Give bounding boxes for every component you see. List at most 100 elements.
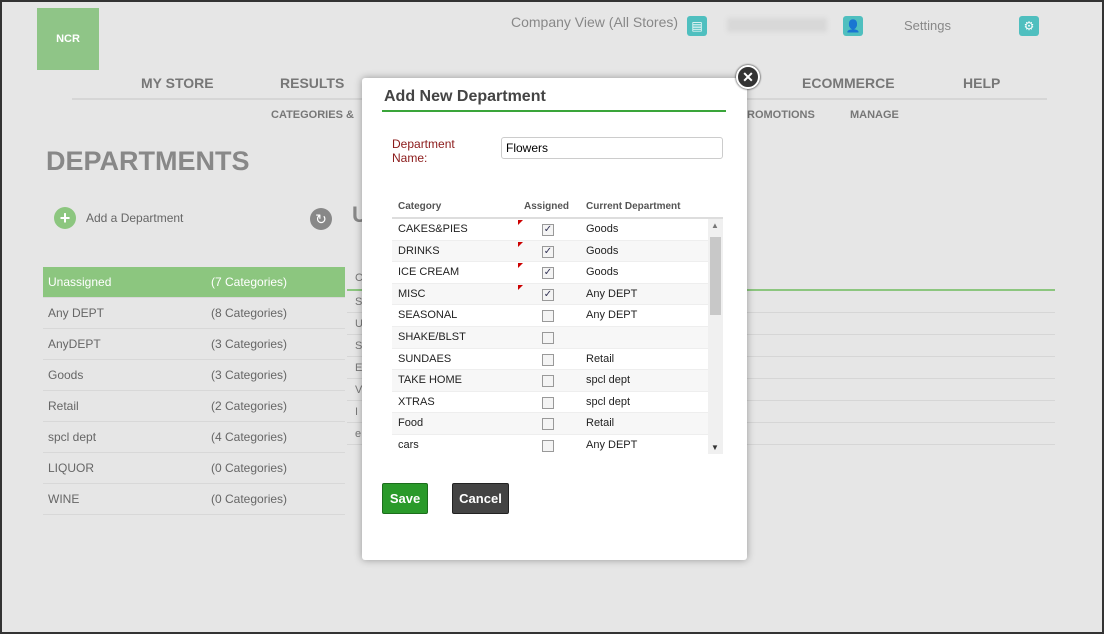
category-count: (0 Categories) xyxy=(211,461,288,475)
department-name: LIQUOR xyxy=(48,461,95,475)
department-name: Retail xyxy=(48,399,79,413)
settings-link[interactable]: Settings xyxy=(904,18,951,33)
table-row[interactable]: SUNDAES Retail xyxy=(392,349,723,371)
plus-icon: + xyxy=(54,207,76,229)
category-name: ICE CREAM xyxy=(398,266,460,279)
category-table: CAKES&PIES ✓ Goods DRINKS ✓ Goods ICE CREAM ✓ Go… xyxy=(392,219,723,454)
gear-icon[interactable]: ⚙ xyxy=(1019,16,1039,36)
category-count: (3 Categories) xyxy=(211,337,288,351)
department-name: WINE xyxy=(48,492,80,506)
department-list: Unassigned (7 Categories) Any DEPT (8 Categ… xyxy=(43,267,345,515)
assigned-checkbox[interactable] xyxy=(542,331,554,344)
assigned-checkbox[interactable] xyxy=(542,396,554,409)
category-name: SEASONAL xyxy=(398,309,458,322)
category-count: (3 Categories) xyxy=(211,368,288,382)
category-count: (7 Categories) xyxy=(211,275,288,289)
user-icon[interactable]: 👤 xyxy=(843,16,863,36)
changed-flag-icon xyxy=(518,263,523,269)
table-row[interactable]: Food Retail xyxy=(392,413,723,435)
department-name: spcl dept xyxy=(48,430,97,444)
table-row[interactable]: ICE CREAM ✓ Goods xyxy=(392,262,723,284)
ncr-logo[interactable]: NCR xyxy=(37,8,99,70)
add-department-button[interactable]: + Add a Department xyxy=(54,207,183,229)
assigned-checkbox[interactable] xyxy=(542,439,554,452)
store-icon[interactable]: ▤ xyxy=(687,16,707,36)
assigned-checkbox[interactable] xyxy=(542,310,554,323)
scroll-up-icon[interactable]: ▲ xyxy=(711,221,719,230)
department-name: Goods xyxy=(48,368,84,382)
company-view-link[interactable]: Company View (All Stores) xyxy=(511,14,678,30)
nav-my-store[interactable]: MY STORE xyxy=(141,75,214,91)
department-row[interactable]: Any DEPT (8 Categories) xyxy=(43,298,345,329)
department-row[interactable]: Goods (3 Categories) xyxy=(43,360,345,391)
category-name: CAKES&PIES xyxy=(398,223,468,235)
table-row[interactable]: SEASONAL Any DEPT xyxy=(392,305,723,327)
save-button[interactable]: Save xyxy=(382,483,428,514)
assigned-checkbox[interactable] xyxy=(542,375,554,388)
department-name-label: Department Name: xyxy=(392,137,455,165)
category-name: Food xyxy=(398,417,424,430)
current-department: Goods xyxy=(586,223,619,235)
table-row[interactable]: SHAKE/BLST xyxy=(392,326,723,349)
scrollbar-thumb[interactable] xyxy=(710,237,721,315)
assigned-checkbox[interactable] xyxy=(542,353,554,366)
category-name: DRINKS xyxy=(398,244,440,257)
table-row[interactable]: cars Any DEPT xyxy=(392,435,723,454)
add-department-dialog: Add New Department Department Name: Cate… xyxy=(362,78,747,560)
category-name: SUNDAES xyxy=(398,352,452,365)
current-department: spcl dept xyxy=(586,395,631,408)
user-name-blurred xyxy=(727,18,827,32)
category-count: (8 Categories) xyxy=(211,306,288,320)
table-row[interactable]: XTRAS spcl dept xyxy=(392,392,723,414)
title-divider xyxy=(382,110,726,112)
department-name: Any DEPT xyxy=(48,306,105,320)
current-department: Any DEPT xyxy=(586,309,638,322)
assigned-checkbox[interactable]: ✓ xyxy=(542,245,554,258)
department-row[interactable]: LIQUOR (0 Categories) xyxy=(43,453,345,484)
category-name: TAKE HOME xyxy=(398,374,462,387)
category-count: (2 Categories) xyxy=(211,399,288,413)
changed-flag-icon xyxy=(518,241,523,247)
subnav-categories[interactable]: CATEGORIES & xyxy=(271,109,354,121)
assigned-checkbox[interactable]: ✓ xyxy=(542,267,554,280)
current-department: Retail xyxy=(586,417,615,430)
table-row[interactable]: TAKE HOME spcl dept xyxy=(392,370,723,392)
close-icon[interactable]: ✕ xyxy=(736,65,760,89)
page-title: DEPARTMENTS xyxy=(46,146,250,176)
nav-help[interactable]: HELP xyxy=(963,75,1000,91)
nav-results[interactable]: RESULTS xyxy=(280,75,344,91)
category-name: XTRAS xyxy=(398,395,435,408)
department-name-input[interactable] xyxy=(501,137,723,159)
category-name: cars xyxy=(398,438,419,451)
department-row[interactable]: spcl dept (4 Categories) xyxy=(43,422,345,453)
table-row[interactable]: DRINKS ✓ Goods xyxy=(392,240,723,263)
changed-flag-icon xyxy=(518,284,523,290)
department-row[interactable]: Retail (2 Categories) xyxy=(43,391,345,422)
subnav-promotions[interactable]: ROMOTIONS xyxy=(747,109,815,121)
current-department: Any DEPT xyxy=(586,287,638,300)
col-assigned[interactable]: Assigned xyxy=(524,201,569,212)
col-current-department[interactable]: Current Department xyxy=(586,201,680,212)
subnav-manage[interactable]: MANAGE xyxy=(850,109,899,121)
current-department: Any DEPT xyxy=(586,438,638,451)
assigned-checkbox[interactable]: ✓ xyxy=(542,224,554,236)
table-row[interactable]: MISC ✓ Any DEPT xyxy=(392,283,723,306)
col-category[interactable]: Category xyxy=(398,201,441,212)
department-row[interactable]: AnyDEPT (3 Categories) xyxy=(43,329,345,360)
department-row[interactable]: Unassigned (7 Categories) xyxy=(43,267,345,298)
department-row[interactable]: WINE (0 Categories) xyxy=(43,484,345,515)
scrollbar[interactable]: ▲ ▼ xyxy=(708,219,723,454)
changed-flag-icon xyxy=(518,220,523,225)
current-department: Goods xyxy=(586,266,619,279)
category-count: (0 Categories) xyxy=(211,492,288,506)
assigned-checkbox[interactable] xyxy=(542,418,554,431)
table-row[interactable]: CAKES&PIES ✓ Goods xyxy=(392,219,723,241)
refresh-icon[interactable]: ↻ xyxy=(310,208,332,230)
nav-ecommerce[interactable]: ECOMMERCE xyxy=(802,75,895,91)
current-department: spcl dept xyxy=(586,374,631,387)
cancel-button[interactable]: Cancel xyxy=(452,483,509,514)
current-department: Goods xyxy=(586,244,619,257)
scroll-down-icon[interactable]: ▼ xyxy=(711,443,719,452)
assigned-checkbox[interactable]: ✓ xyxy=(542,288,554,301)
department-name: AnyDEPT xyxy=(48,337,101,351)
